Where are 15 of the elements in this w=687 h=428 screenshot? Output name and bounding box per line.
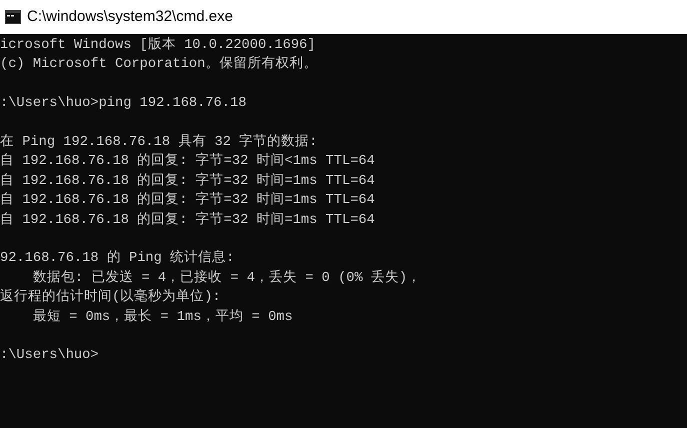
console-line: 数据包: 已发送 = 4，已接收 = 4，丢失 = 0 (0% 丢失)，: [32, 268, 422, 288]
console-icon: [5, 10, 21, 24]
console-line: 自 192.168.76.18 的回复: 字节=32 时间=1ms TTL=64: [0, 210, 375, 230]
console-line: 自 192.168.76.18 的回复: 字节=32 时间=1ms TTL=64: [0, 191, 375, 210]
console-line: 92.168.76.18 的 Ping 统计信息:: [0, 249, 234, 268]
console-line: :\Users\huo>: [0, 347, 99, 366]
console-line: 最短 = 0ms，最长 = 1ms，平均 = 0ms: [32, 308, 293, 327]
console-line: 自 192.168.76.18 的回复: 字节=32 时间=1ms TTL=64: [0, 172, 375, 191]
console-line: 在 Ping 192.168.76.18 具有 32 字节的数据:: [0, 133, 318, 152]
console-line: :\Users\huo>ping 192.168.76.18: [0, 95, 246, 114]
console-line: icrosoft Windows [版本 10.0.22000.1696]: [0, 36, 316, 55]
console-line: (c) Microsoft Corporation。保留所有权利。: [0, 55, 318, 74]
console-line: 自 192.168.76.18 的回复: 字节=32 时间<1ms TTL=64: [0, 152, 375, 172]
window-title: C:\windows\system32\cmd.exe: [27, 6, 233, 27]
console-line: 返行程的估计时间(以毫秒为单位):: [0, 288, 221, 308]
